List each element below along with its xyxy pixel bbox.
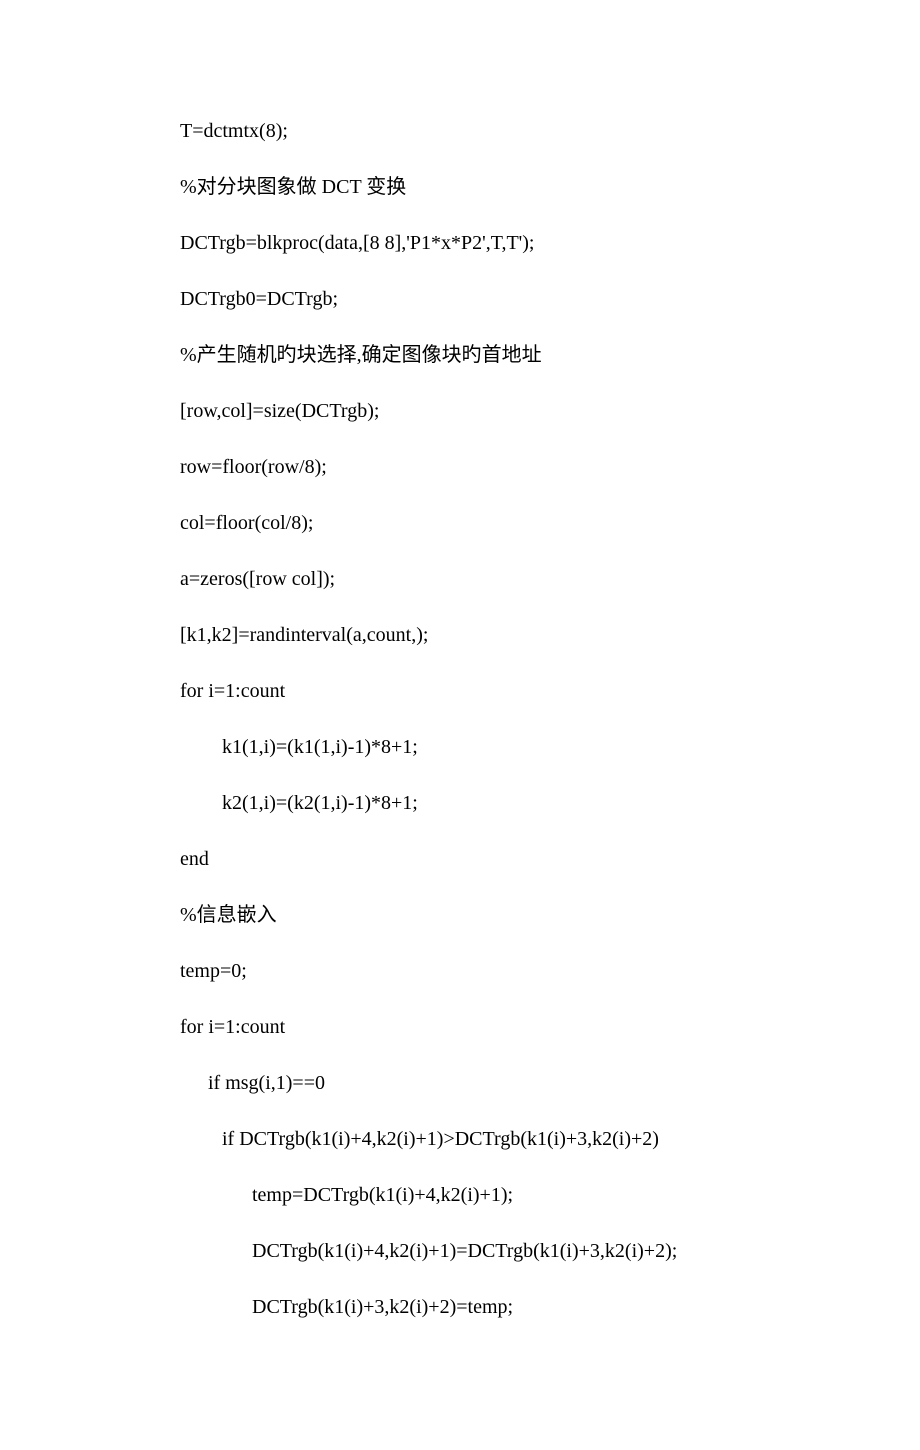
code-line: if msg(i,1)==0 — [180, 1070, 740, 1096]
code-line: if DCTrgb(k1(i)+4,k2(i)+1)>DCTrgb(k1(i)+… — [180, 1126, 740, 1152]
code-line: DCTrgb(k1(i)+4,k2(i)+1)=DCTrgb(k1(i)+3,k… — [180, 1238, 740, 1264]
code-line: end — [180, 846, 740, 872]
code-line: temp=0; — [180, 958, 740, 984]
code-line: [k1,k2]=randinterval(a,count,); — [180, 622, 740, 648]
code-line: DCTrgb0=DCTrgb; — [180, 286, 740, 312]
code-comment: %信息嵌入 — [180, 902, 740, 928]
code-line: DCTrgb=blkproc(data,[8 8],'P1*x*P2',T,T'… — [180, 230, 740, 256]
code-line: col=floor(col/8); — [180, 510, 740, 536]
code-comment: %产生随机旳块选择,确定图像块旳首地址 — [180, 342, 740, 368]
document-page: T=dctmtx(8); %对分块图象做 DCT 变换 DCTrgb=blkpr… — [0, 0, 920, 1450]
code-line: for i=1:count — [180, 1014, 740, 1040]
code-line: [row,col]=size(DCTrgb); — [180, 398, 740, 424]
code-line: k2(1,i)=(k2(1,i)-1)*8+1; — [180, 790, 740, 816]
code-line: a=zeros([row col]); — [180, 566, 740, 592]
code-line: k1(1,i)=(k1(1,i)-1)*8+1; — [180, 734, 740, 760]
code-comment: %对分块图象做 DCT 变换 — [180, 174, 740, 200]
code-line: temp=DCTrgb(k1(i)+4,k2(i)+1); — [180, 1182, 740, 1208]
code-line: DCTrgb(k1(i)+3,k2(i)+2)=temp; — [180, 1294, 740, 1320]
code-line: row=floor(row/8); — [180, 454, 740, 480]
code-line: T=dctmtx(8); — [180, 118, 740, 144]
code-line: for i=1:count — [180, 678, 740, 704]
